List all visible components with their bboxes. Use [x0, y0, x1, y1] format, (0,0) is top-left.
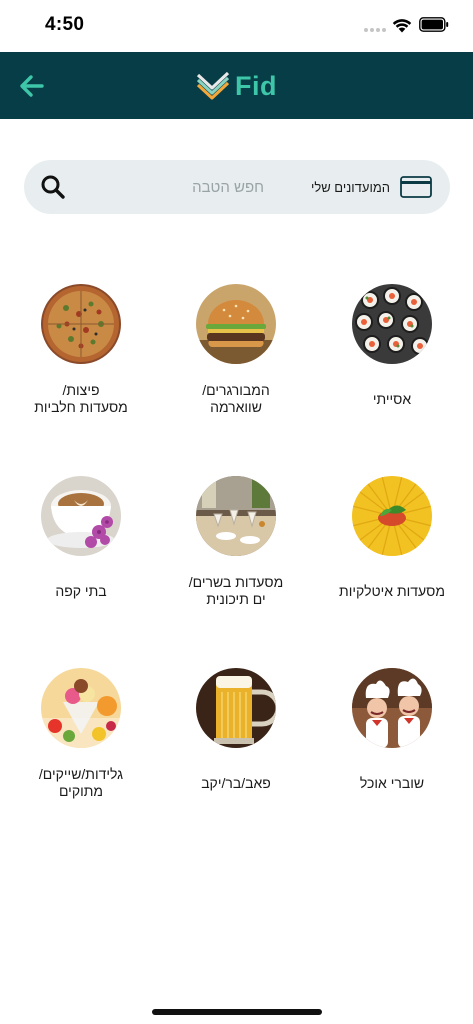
coffee-image: [41, 476, 121, 556]
category-label: פיצות/ מסעדות חלביות: [34, 382, 128, 415]
chefs-image: [352, 668, 432, 748]
beer-image: [196, 668, 276, 748]
category-label: המבורגרים/ שווארמה: [202, 382, 270, 415]
search-bar: המועדונים שלי: [24, 160, 450, 214]
sushi-image: [352, 284, 432, 364]
category-cafes[interactable]: בתי קפה: [6, 476, 156, 600]
credit-card-icon: [400, 176, 432, 198]
layers-logo-icon: [196, 71, 230, 100]
search-input[interactable]: [94, 173, 264, 201]
ice-cream-image: [41, 668, 121, 748]
arrow-left-icon[interactable]: [16, 70, 48, 102]
restaurant-table-image: [196, 476, 276, 556]
pizza-image: [41, 284, 121, 364]
category-label: פאב/בר/יקב: [201, 775, 271, 791]
category-food-vouchers[interactable]: שוברי אוכל: [317, 668, 467, 792]
category-burgers[interactable]: המבורגרים/ שווארמה: [161, 284, 311, 416]
category-ice-cream-sweets[interactable]: גלידות/שייקים/ מתוקים: [6, 668, 156, 800]
burger-image: [196, 284, 276, 364]
logo-text: Fid: [235, 70, 277, 101]
category-label: מסעדות בשרים/ ים תיכונית: [188, 574, 284, 607]
my-clubs-label: המועדונים שלי: [310, 179, 390, 195]
pasta-image: [352, 476, 432, 556]
category-meat-mediterranean[interactable]: מסעדות בשרים/ ים תיכונית: [161, 476, 311, 608]
status-bar: 4:50: [0, 0, 473, 52]
category-label: שוברי אוכל: [359, 775, 425, 791]
category-pizza[interactable]: פיצות/ מסעדות חלביות: [6, 284, 156, 416]
category-label: בתי קפה: [55, 583, 107, 599]
category-label: גלידות/שייקים/ מתוקים: [38, 766, 124, 799]
status-time: 4:50: [45, 14, 85, 35]
category-label: אסייתי: [372, 391, 412, 407]
search-icon[interactable]: [40, 174, 66, 200]
category-asian[interactable]: אסייתי: [317, 284, 467, 408]
wifi-icon: [392, 19, 412, 33]
home-indicator[interactable]: [152, 1009, 322, 1015]
category-label: מסעדות איטלקיות: [339, 583, 445, 599]
category-pub-bar-winery[interactable]: פאב/בר/יקב: [161, 668, 311, 792]
signal-dots-icon: [364, 28, 386, 32]
category-italian[interactable]: מסעדות איטלקיות: [317, 476, 467, 600]
fid-logo: Fid: [195, 66, 277, 106]
my-clubs-button[interactable]: המועדונים שלי: [311, 175, 432, 199]
app-header: Fid: [0, 52, 473, 119]
battery-icon: [419, 17, 449, 32]
